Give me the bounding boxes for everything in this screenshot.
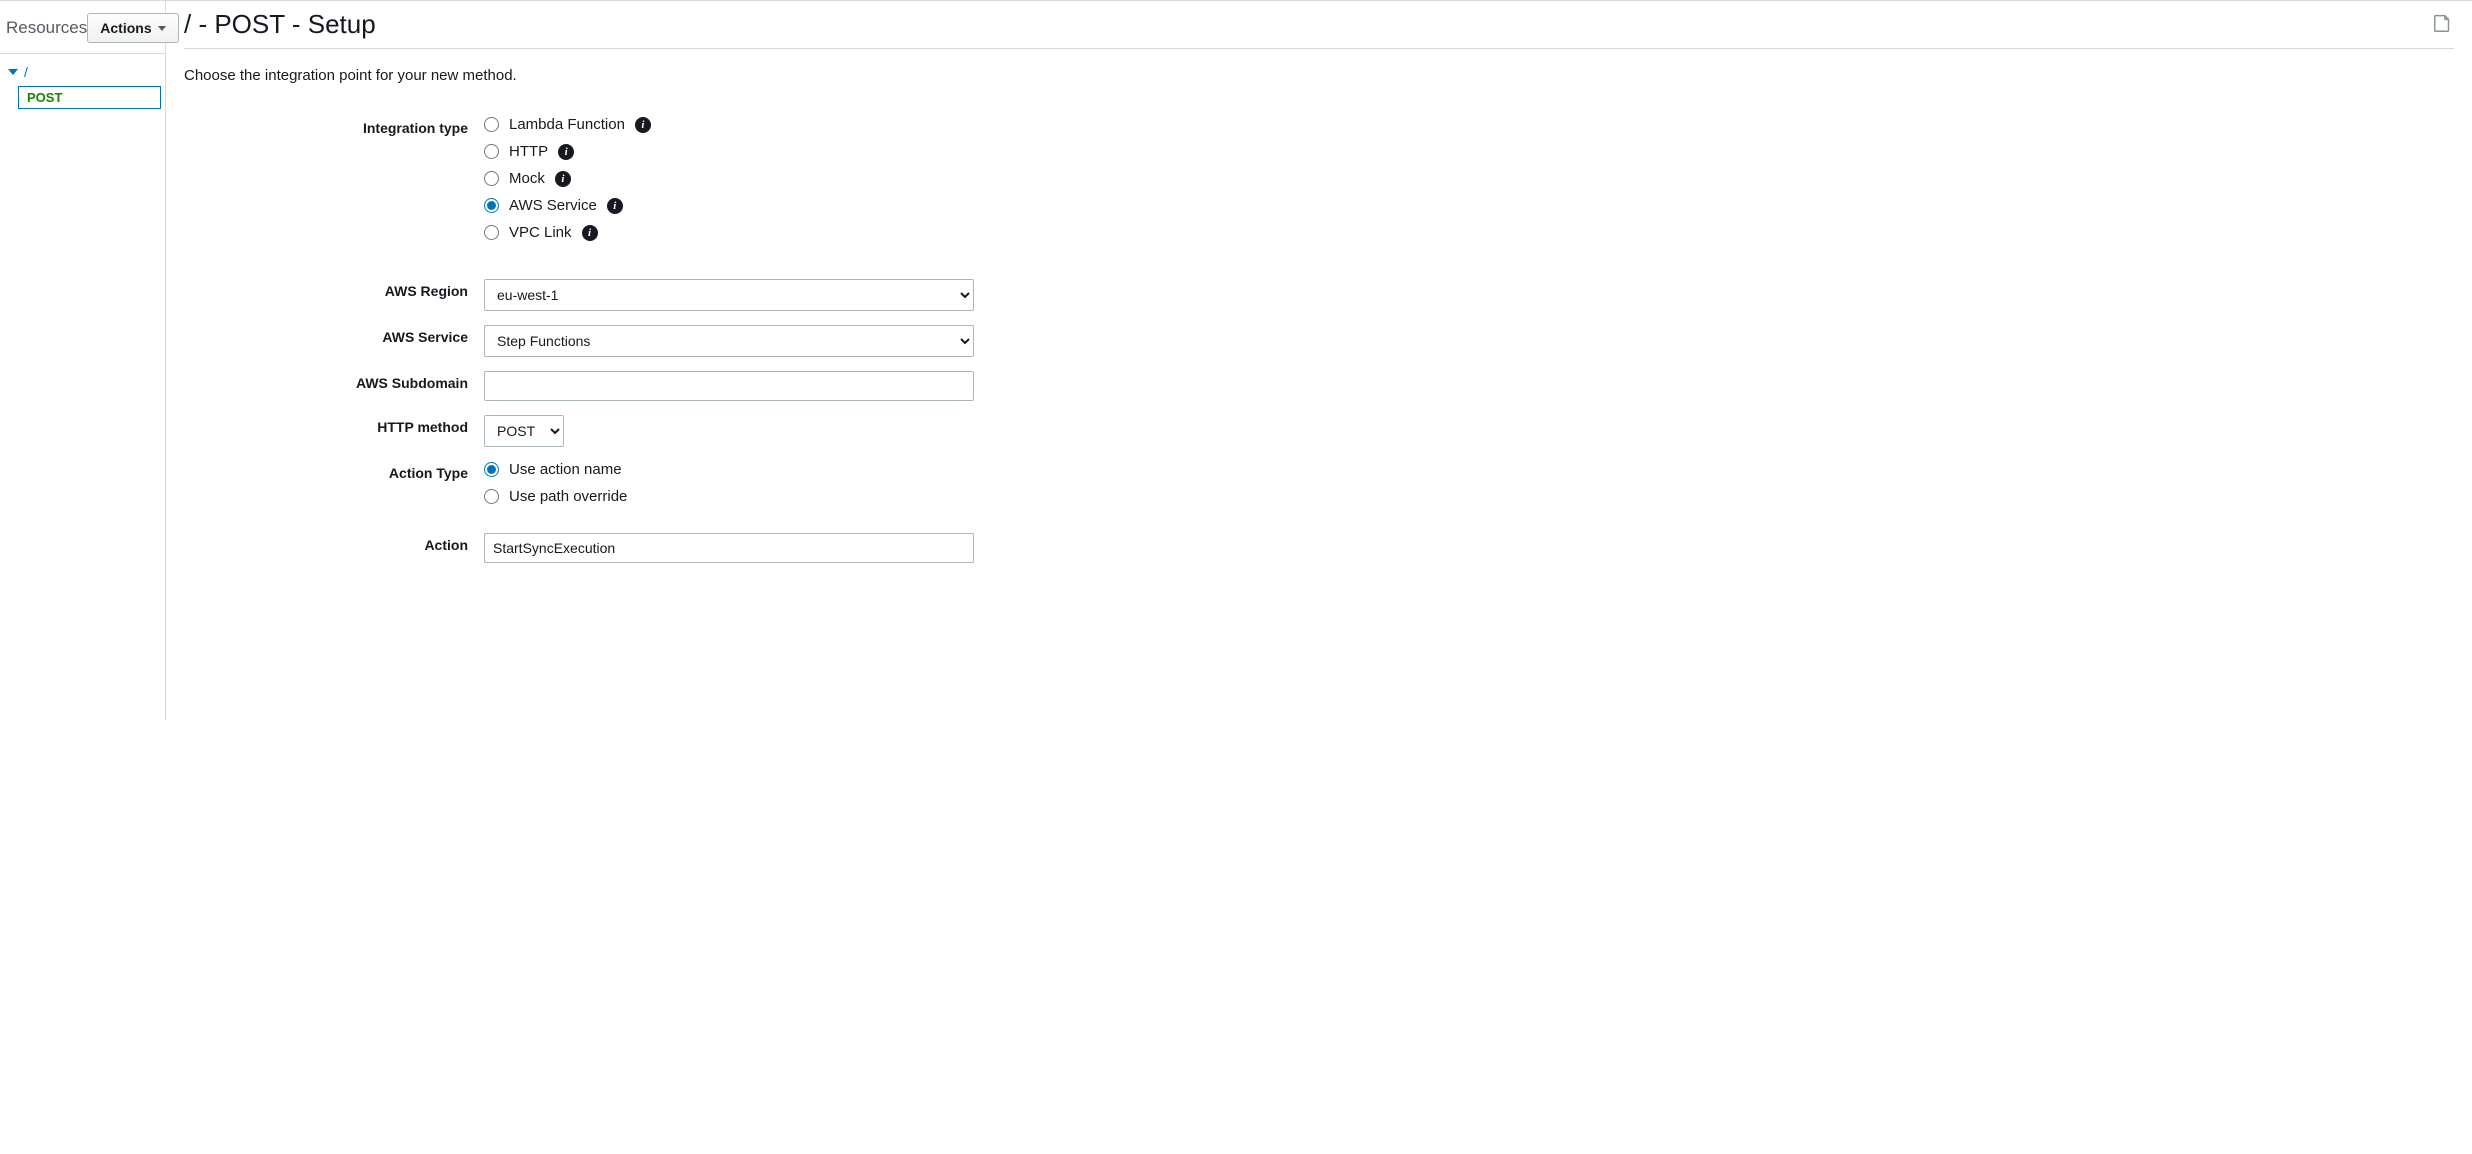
radio-label-use-path-override: Use path override <box>509 488 627 505</box>
row-aws-service: AWS Service Step Functions <box>184 325 2454 357</box>
radio-label-vpc-link: VPC Link <box>509 224 572 241</box>
page-title: / - POST - Setup <box>184 9 376 40</box>
actions-button-label: Actions <box>100 20 151 36</box>
tree-root-label: / <box>24 64 28 80</box>
radio-input-vpc-link[interactable] <box>484 225 499 240</box>
info-icon[interactable]: i <box>607 198 623 214</box>
radio-label-aws-service: AWS Service <box>509 197 597 214</box>
app-container: Resources Actions / POST / - POST - Setu… <box>0 0 2472 720</box>
tree-method-post[interactable]: POST <box>18 86 161 109</box>
main-panel: / - POST - Setup Choose the integration … <box>166 1 2472 720</box>
triangle-down-icon <box>8 69 18 75</box>
row-http-method: HTTP method POST <box>184 415 2454 447</box>
input-action[interactable] <box>484 533 974 563</box>
tree-root-node[interactable]: / <box>4 62 161 82</box>
label-integration-type: Integration type <box>184 116 484 136</box>
resources-sidebar: Resources Actions / POST <box>0 1 166 720</box>
actions-button[interactable]: Actions <box>87 13 178 43</box>
row-action: Action <box>184 533 2454 563</box>
label-http-method: HTTP method <box>184 415 484 435</box>
radio-vpc-link[interactable]: VPC Link i <box>484 224 651 241</box>
radio-http[interactable]: HTTP i <box>484 143 651 160</box>
row-aws-region: AWS Region eu-west-1 <box>184 279 2454 311</box>
row-integration-type: Integration type Lambda Function i HTTP … <box>184 116 2454 241</box>
tree-method-label: POST <box>27 90 62 105</box>
row-aws-subdomain: AWS Subdomain <box>184 371 2454 401</box>
main-header: / - POST - Setup <box>184 9 2454 49</box>
resource-tree: / POST <box>0 54 165 117</box>
radio-input-http[interactable] <box>484 144 499 159</box>
label-aws-region: AWS Region <box>184 279 484 299</box>
radio-label-use-action-name: Use action name <box>509 461 622 478</box>
radio-input-use-action-name[interactable] <box>484 462 499 477</box>
radio-input-mock[interactable] <box>484 171 499 186</box>
action-type-radio-group: Use action name Use path override <box>484 461 627 505</box>
setup-form: Integration type Lambda Function i HTTP … <box>184 116 2454 563</box>
integration-type-radio-group: Lambda Function i HTTP i Mock i <box>484 116 651 241</box>
select-http-method[interactable]: POST <box>484 415 564 447</box>
radio-input-use-path-override[interactable] <box>484 489 499 504</box>
radio-label-http: HTTP <box>509 143 548 160</box>
radio-input-lambda[interactable] <box>484 117 499 132</box>
page-subtitle: Choose the integration point for your ne… <box>184 67 2454 84</box>
select-aws-region[interactable]: eu-west-1 <box>484 279 974 311</box>
label-aws-subdomain: AWS Subdomain <box>184 371 484 391</box>
sidebar-title: Resources <box>6 18 87 38</box>
radio-aws-service[interactable]: AWS Service i <box>484 197 651 214</box>
caret-down-icon <box>158 26 166 31</box>
label-action: Action <box>184 533 484 553</box>
documentation-icon[interactable] <box>2432 12 2454 37</box>
sidebar-header: Resources Actions <box>0 9 165 54</box>
radio-use-path-override[interactable]: Use path override <box>484 488 627 505</box>
radio-mock[interactable]: Mock i <box>484 170 651 187</box>
label-action-type: Action Type <box>184 461 484 481</box>
radio-label-lambda: Lambda Function <box>509 116 625 133</box>
info-icon[interactable]: i <box>555 171 571 187</box>
radio-lambda-function[interactable]: Lambda Function i <box>484 116 651 133</box>
radio-input-aws-service[interactable] <box>484 198 499 213</box>
input-aws-subdomain[interactable] <box>484 371 974 401</box>
label-aws-service: AWS Service <box>184 325 484 345</box>
row-action-type: Action Type Use action name Use path ove… <box>184 461 2454 505</box>
select-aws-service[interactable]: Step Functions <box>484 325 974 357</box>
radio-label-mock: Mock <box>509 170 545 187</box>
radio-use-action-name[interactable]: Use action name <box>484 461 627 478</box>
info-icon[interactable]: i <box>582 225 598 241</box>
info-icon[interactable]: i <box>635 117 651 133</box>
info-icon[interactable]: i <box>558 144 574 160</box>
